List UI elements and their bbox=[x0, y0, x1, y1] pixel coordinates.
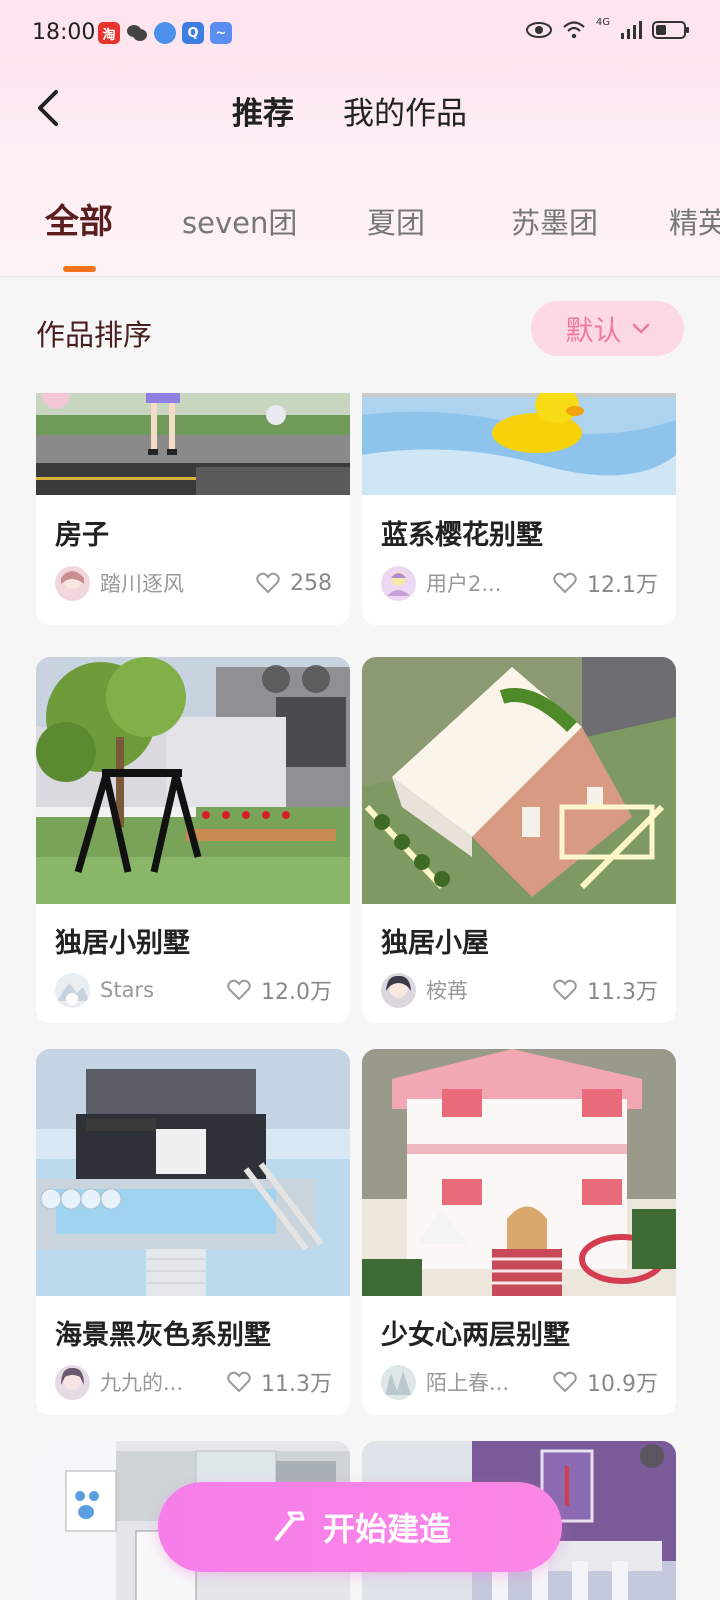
work-meta: 九九的... 11.3万 bbox=[55, 1364, 332, 1400]
hammer-icon bbox=[274, 1511, 305, 1541]
work-card[interactable]: 独居小屋 桉苒 11.3万 bbox=[362, 657, 676, 1023]
tab-my-works[interactable]: 我的作品 bbox=[343, 88, 467, 133]
signal-icon bbox=[621, 21, 642, 39]
back-button[interactable] bbox=[30, 86, 70, 130]
work-meta: 陌上春... 10.9万 bbox=[381, 1364, 658, 1400]
category-tabs: 全部 seven团 夏团 苏墨团 精英 bbox=[0, 190, 720, 250]
notification-icons: 淘 Q ~ bbox=[98, 22, 232, 44]
author-name: 用户2... bbox=[426, 572, 502, 596]
heart-icon bbox=[553, 979, 577, 1001]
wifi-icon bbox=[563, 21, 585, 39]
heart-icon bbox=[256, 572, 280, 594]
avatar bbox=[55, 972, 90, 1008]
works-grid: 房子 踏川逐风 258 蓝系樱花别墅 用户2... 12.1万 独居小别墅 St… bbox=[0, 393, 720, 1600]
avatar bbox=[55, 1364, 90, 1400]
work-meta: 用户2... 12.1万 bbox=[381, 565, 658, 601]
app-icon: Q bbox=[182, 22, 204, 44]
browser-icon bbox=[154, 22, 176, 44]
work-thumbnail bbox=[362, 393, 676, 495]
category-tab-xia[interactable]: 夏团 bbox=[367, 200, 425, 242]
heart-icon bbox=[227, 1371, 251, 1393]
category-tab-seven[interactable]: seven团 bbox=[182, 200, 297, 242]
author-name: 桉苒 bbox=[426, 979, 468, 1003]
eye-icon bbox=[525, 22, 552, 38]
sort-label: 作品排序 bbox=[36, 318, 153, 352]
start-building-button[interactable]: 开始建造 bbox=[158, 1482, 562, 1572]
like-count[interactable]: 10.9万 bbox=[553, 1366, 658, 1398]
battery-icon bbox=[652, 21, 689, 39]
avatar bbox=[381, 1364, 416, 1400]
work-card[interactable]: 独居小别墅 Stars 12.0万 bbox=[36, 657, 350, 1023]
work-meta: 踏川逐风 258 bbox=[55, 565, 332, 601]
author-name: Stars bbox=[100, 978, 155, 1002]
heart-icon bbox=[553, 1371, 577, 1393]
heart-icon bbox=[227, 979, 251, 1001]
status-bar: 18:00 淘 Q ~ 4G bbox=[0, 0, 720, 70]
like-count[interactable]: 11.3万 bbox=[227, 1366, 332, 1398]
category-tab-all[interactable]: 全部 bbox=[45, 194, 113, 243]
sort-value: 默认 bbox=[565, 313, 622, 347]
work-thumbnail bbox=[362, 1049, 676, 1296]
work-title: 海景黑灰色系别墅 bbox=[55, 1320, 271, 1351]
work-title: 房子 bbox=[55, 520, 109, 551]
work-meta: 桉苒 11.3万 bbox=[381, 972, 658, 1008]
tab-recommend[interactable]: 推荐 bbox=[232, 88, 294, 133]
work-card[interactable]: 少女心两层别墅 陌上春... 10.9万 bbox=[362, 1049, 676, 1415]
work-card[interactable]: 房子 踏川逐风 258 bbox=[36, 393, 350, 625]
work-title: 独居小屋 bbox=[381, 928, 489, 959]
avatar bbox=[55, 565, 90, 601]
active-tab-indicator bbox=[63, 266, 96, 272]
chevron-left-icon bbox=[38, 90, 58, 126]
work-thumbnail bbox=[362, 657, 676, 904]
status-time: 18:00 bbox=[32, 20, 96, 45]
work-meta: Stars 12.0万 bbox=[55, 972, 332, 1008]
category-tab-elite[interactable]: 精英 bbox=[669, 200, 720, 242]
like-count[interactable]: 11.3万 bbox=[553, 974, 658, 1006]
header-divider bbox=[0, 276, 720, 277]
wechat-icon bbox=[126, 22, 148, 44]
work-card[interactable]: 蓝系樱花别墅 用户2... 12.1万 bbox=[362, 393, 676, 625]
avatar bbox=[381, 972, 416, 1008]
chevron-down-icon bbox=[632, 323, 649, 334]
author-name: 踏川逐风 bbox=[100, 572, 184, 596]
network-type: 4G bbox=[595, 16, 610, 28]
cloud-icon: ~ bbox=[210, 22, 232, 44]
heart-icon bbox=[553, 572, 577, 594]
like-count[interactable]: 12.0万 bbox=[227, 974, 332, 1006]
work-card[interactable]: 海景黑灰色系别墅 九九的... 11.3万 bbox=[36, 1049, 350, 1415]
work-thumbnail bbox=[36, 657, 350, 904]
work-title: 少女心两层别墅 bbox=[381, 1320, 570, 1351]
work-thumbnail bbox=[36, 393, 350, 495]
taobao-icon: 淘 bbox=[98, 22, 120, 44]
like-count[interactable]: 12.1万 bbox=[553, 567, 658, 599]
work-title: 独居小别墅 bbox=[55, 928, 190, 959]
author-name: 陌上春... bbox=[426, 1371, 510, 1395]
category-tab-sumo[interactable]: 苏墨团 bbox=[511, 200, 598, 242]
author-name: 九九的... bbox=[100, 1371, 184, 1395]
start-building-label: 开始建造 bbox=[322, 1510, 451, 1548]
sort-dropdown[interactable]: 默认 bbox=[531, 301, 684, 356]
work-title: 蓝系樱花别墅 bbox=[381, 520, 543, 551]
avatar bbox=[381, 565, 416, 601]
like-count[interactable]: 258 bbox=[256, 571, 332, 596]
work-thumbnail bbox=[36, 1049, 350, 1296]
system-status-icons: 4G bbox=[525, 16, 690, 40]
